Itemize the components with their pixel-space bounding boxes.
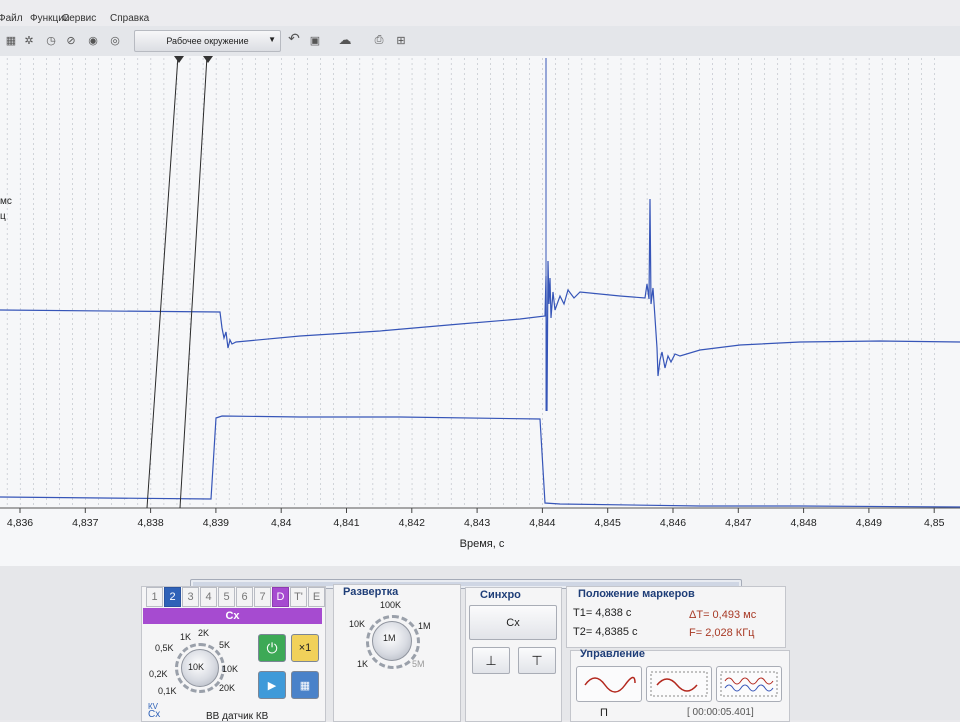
markers-title: Положение маркеров (578, 588, 695, 600)
oscilloscope-plot[interactable]: 4,836 4,837 4,838 4,839 4,84 4,841 4,842 4,843 4… (0, 55, 960, 566)
marker-t2-value: T2= 4,8385 с (573, 626, 638, 638)
calculator-icon: ▦ (299, 679, 311, 692)
power-icon: ⏻ (266, 639, 278, 656)
tab-channel-2[interactable]: 2 (164, 587, 181, 607)
gain-value-center: 10K (188, 662, 205, 672)
grid-icon[interactable]: ▦ (4, 34, 18, 47)
gain-label-02k: 0,2K (149, 669, 168, 679)
menu-bar: Файл Функции Сервис Справка (0, 0, 960, 28)
info-icon[interactable]: ⊘ (64, 34, 78, 47)
gain-label-10k: 10K (222, 664, 239, 674)
x-tick-label: 4,846 (660, 517, 686, 529)
amplifier-button[interactable]: ▶ (258, 671, 286, 699)
x-tick-label: 4,845 (595, 517, 621, 529)
gain-label-2k: 2K (198, 628, 210, 638)
gain-label-5k: 5K (219, 640, 231, 650)
tab-channel-7[interactable]: 7 (254, 587, 271, 607)
menu-item-file[interactable]: Файл (0, 13, 23, 24)
sync-source-label: Сх (506, 616, 520, 629)
falling-edge-icon: ⊤ (531, 652, 543, 668)
toolbar: ▦ ✲ ◷ ⊘ ◉ ◎ Рабочее окружение ▼ ↶ ▣ ☁ ⎙ … (0, 26, 960, 57)
gear-icon[interactable]: ✲ (22, 34, 36, 47)
x-tick-label: 4,843 (464, 517, 490, 529)
gain-label-1k: 1K (180, 632, 192, 642)
clock-icon[interactable]: ◷ (44, 34, 58, 47)
x-tick-label: 4,848 (790, 517, 816, 529)
window-icon[interactable]: ⊞ (394, 34, 408, 47)
control-start-button[interactable]: П (600, 707, 608, 719)
sweep-title: Развертка (343, 586, 399, 598)
x-tick-label: 4,841 (333, 517, 359, 529)
refresh-icon[interactable]: ◎ (108, 34, 122, 47)
multi-wave-button[interactable] (716, 666, 782, 702)
gain-label-20k: 20K (219, 683, 236, 693)
wave-pattern-button[interactable] (646, 666, 712, 702)
gain-label-01k: 0,1K (158, 686, 177, 696)
workspace-select[interactable]: Рабочее окружение ▼ (134, 30, 281, 52)
marker-dt-value: ΔT= 0,493 мс (689, 609, 757, 621)
x-tick-label: 4,844 (529, 517, 555, 529)
sine-wave-icon (584, 676, 636, 693)
rising-edge-icon: ⊥ (485, 652, 497, 668)
cloud-icon[interactable]: ☁ (338, 32, 352, 47)
tab-channel-4[interactable]: 4 (200, 587, 217, 607)
undo-icon[interactable]: ↶ (287, 30, 301, 46)
sweep-value-center: 1М (383, 633, 396, 643)
x-tick-label: 4,847 (725, 517, 751, 529)
marker-t1-value: T1= 4,838 с (573, 607, 632, 619)
save-icon[interactable]: ▣ (308, 34, 322, 47)
x1-label: ×1 (298, 642, 312, 654)
play-icon: ▶ (267, 679, 277, 692)
sweep-label-5m: 5М (412, 659, 425, 669)
print-icon[interactable]: ⎙ (372, 34, 386, 46)
sync-title: Синхро (480, 589, 521, 601)
tab-channel-3[interactable]: 3 (182, 587, 199, 607)
sweep-label-1k: 1K (357, 659, 369, 669)
side-label-ms: мс (0, 196, 12, 207)
chevron-down-icon: ▼ (268, 35, 276, 44)
x-tick-label: 4,838 (137, 517, 163, 529)
x-tick-label: 4,837 (72, 517, 98, 529)
x-tick-label: 4,836 (7, 517, 33, 529)
tab-channel-t[interactable]: T' (290, 587, 307, 607)
marker-freq-value: F= 2,028 КГц (689, 627, 755, 639)
sweep-label-1m: 1М (418, 621, 431, 631)
sync-falling-edge-button[interactable]: ⊤ (518, 647, 556, 674)
workspace-label: Рабочее окружение (166, 36, 249, 46)
sync-rising-edge-button[interactable]: ⊥ (472, 647, 510, 674)
sine-wave-button[interactable] (576, 666, 642, 702)
gain-label-05k: 0,5K (155, 643, 174, 653)
x-axis-label: Время, с (460, 538, 505, 550)
tab-channel-5[interactable]: 5 (218, 587, 235, 607)
x-tick-label: 4,85 (924, 517, 945, 529)
wave-pattern-icon (650, 671, 708, 697)
tab-channel-1[interactable]: 1 (146, 587, 163, 607)
calculator-button[interactable]: ▦ (291, 671, 319, 699)
sweep-label-10k: 10K (349, 619, 366, 629)
control-timer: [ 00:00:05.401] (687, 707, 754, 718)
power-button[interactable]: ⏻ (258, 634, 286, 662)
tab-channel-d[interactable]: D (272, 587, 289, 607)
sensor-type-label: ВВ датчик КВ (206, 711, 269, 722)
side-label-hz: ц (0, 211, 6, 222)
menu-item-service[interactable]: Сервис (62, 13, 96, 24)
x-tick-label: 4,84 (271, 517, 292, 529)
x-tick-label: 4,842 (399, 517, 425, 529)
sweep-label-100k: 100K (380, 600, 402, 610)
x1-button[interactable]: ×1 (291, 634, 319, 662)
multi-wave-icon (720, 671, 778, 697)
menu-item-help[interactable]: Справка (110, 13, 149, 24)
x-tick-label: 4,849 (856, 517, 882, 529)
tab-channel-6[interactable]: 6 (236, 587, 253, 607)
control-title: Управление (580, 648, 646, 660)
scope-canvas: 4,836 4,837 4,838 4,839 4,84 4,841 4,842 4,843 4… (0, 55, 960, 566)
help-icon[interactable]: ◉ (86, 34, 100, 47)
sync-source-button[interactable]: Сх (469, 605, 557, 640)
cx-badge: Cx (148, 709, 161, 720)
x-tick-label: 4,839 (203, 517, 229, 529)
channel-header: Cx (143, 608, 322, 624)
tab-channel-e[interactable]: E (308, 587, 325, 607)
